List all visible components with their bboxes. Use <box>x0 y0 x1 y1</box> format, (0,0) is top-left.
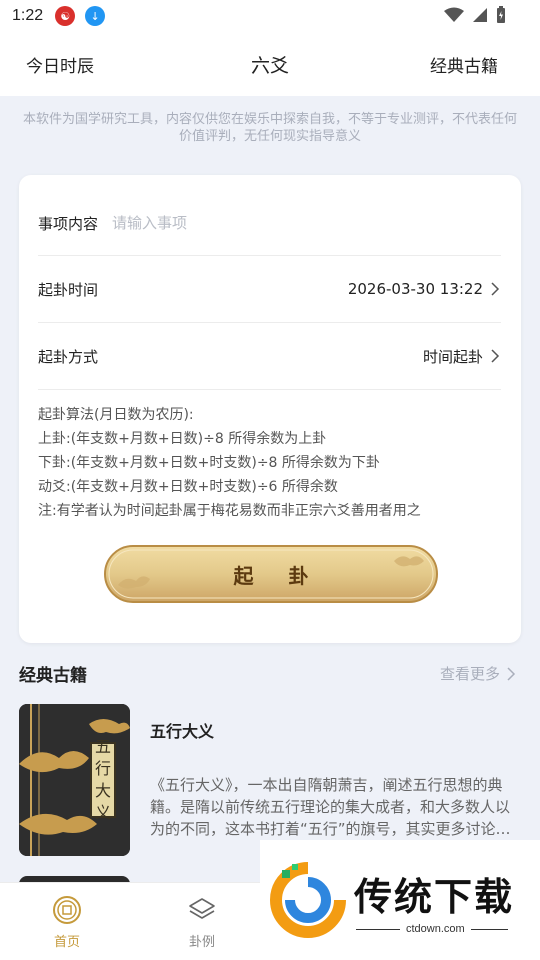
method-label: 起卦方式 <box>38 347 99 366</box>
app-notification-icon: ☯ <box>55 6 76 26</box>
signal-icon <box>473 8 487 22</box>
view-more-label: 查看更多 <box>439 665 500 683</box>
cover-char: 行 <box>94 759 111 778</box>
book-cover: 五 行 大 义 <box>19 704 130 856</box>
matter-label: 事项内容 <box>38 214 99 233</box>
method-row[interactable]: 起卦方式 时间起卦 <box>38 344 501 368</box>
time-value: 2026-03-30 13:22 <box>347 280 483 298</box>
divination-form-card: 事项内容 起卦时间 2026-03-30 13:22 起卦方式 时间起卦 起卦算… <box>19 175 521 643</box>
battery-icon <box>497 6 505 23</box>
watermark-logo <box>270 862 346 938</box>
download-icon: ↓ <box>85 6 106 26</box>
view-more-link[interactable]: 查看更多 <box>440 663 516 684</box>
cast-hexagram-button[interactable]: 起 卦 <box>104 545 438 603</box>
method-value-group: 时间起卦 <box>423 346 501 367</box>
book-description: 《五行大义》，一本出自隋朝萧吉，阐述五行思想的典籍。是隋以前传统五行理论的集大成… <box>150 776 511 838</box>
cover-char: 五 <box>94 737 111 756</box>
book-list-item[interactable]: 五 行 大 义 五行大义 《五行大义》，一本出自隋朝萧吉，阐述五行思想的典籍。是… <box>19 704 521 856</box>
algorithm-upper: 上卦:(年支数+月数+日数)÷8 所得余数为上卦 <box>38 431 327 447</box>
algorithm-heading: 起卦算法(月日数为农历): <box>38 407 194 423</box>
watermark-brand: 传统下载 <box>354 875 515 919</box>
divider <box>38 255 501 256</box>
matter-row: 事项内容 <box>38 211 501 235</box>
disclaimer-line-1: 本软件为国学研究工具，内容仅供您在娱乐中探索自我，不等于专业测评，不代表任何 <box>22 112 517 127</box>
algorithm-note: 注:有学者认为时间起卦属于梅花易数而非正宗六爻善用者用之 <box>38 503 421 519</box>
time-label: 起卦时间 <box>38 280 99 299</box>
tab-home[interactable]: 首页 <box>27 895 107 950</box>
chevron-right-icon <box>491 349 500 363</box>
top-nav-bar: 今日时辰 六爻 经典古籍 <box>0 32 540 96</box>
method-value: 时间起卦 <box>422 347 483 366</box>
wifi-icon <box>444 7 464 22</box>
coin-icon <box>53 896 81 924</box>
cover-char: 义 <box>94 803 111 822</box>
time-value-group: 2026-03-30 13:22 <box>348 280 501 298</box>
status-icons <box>444 6 506 24</box>
cast-button-label: 起 卦 <box>233 563 323 588</box>
algorithm-lower: 下卦:(年支数+月数+日数+时支数)÷8 所得余数为下卦 <box>38 455 380 471</box>
classics-link[interactable]: 经典古籍 <box>430 52 498 77</box>
section-title: 经典古籍 <box>19 666 87 686</box>
watermark: 传统下载 ctdown.com <box>260 840 540 960</box>
status-bar: 1:22 ☯ ↓ <box>0 0 540 32</box>
algorithm-moving: 动爻:(年支数+月数+日数+时支数)÷6 所得余数 <box>38 479 338 495</box>
layers-icon <box>189 898 215 919</box>
chevron-right-icon <box>491 282 500 296</box>
status-time: 1:22 <box>12 7 44 24</box>
tab-label: 卦例 <box>188 935 215 950</box>
tab-cases[interactable]: 卦例 <box>162 895 242 950</box>
algorithm-description: 起卦算法(月日数为农历): 上卦:(年支数+月数+日数)÷8 所得余数为上卦 下… <box>38 403 421 523</box>
cover-title: 五 行 大 义 <box>90 737 116 822</box>
matter-input[interactable] <box>112 214 413 232</box>
disclaimer-text: 本软件为国学研究工具，内容仅供您在娱乐中探索自我，不等于专业测评，不代表任何 价… <box>20 111 520 145</box>
divider <box>38 322 501 323</box>
disclaimer-line-2: 价值评判，无任何现实指导意义 <box>178 129 361 144</box>
tab-label: 首页 <box>53 935 80 950</box>
divider <box>38 389 501 390</box>
watermark-url: ctdown.com <box>400 923 471 935</box>
time-row[interactable]: 起卦时间 2026-03-30 13:22 <box>38 277 501 301</box>
cover-char: 大 <box>94 781 111 800</box>
chevron-right-icon <box>507 666 516 681</box>
book-title: 五行大义 <box>150 722 215 741</box>
